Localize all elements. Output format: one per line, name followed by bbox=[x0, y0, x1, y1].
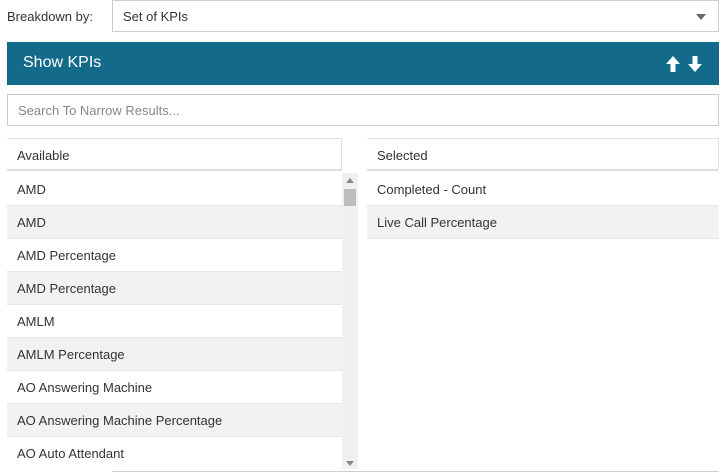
list-item[interactable]: Completed - Count bbox=[367, 173, 719, 206]
list-item[interactable]: Live Call Percentage bbox=[367, 206, 719, 239]
breakdown-selected-value: Set of KPIs bbox=[123, 9, 189, 24]
show-kpis-header: Show KPIs bbox=[7, 42, 719, 85]
breakdown-select[interactable]: Set of KPIs bbox=[112, 0, 719, 32]
list-item-label: AO Answering Machine bbox=[17, 380, 153, 395]
list-item[interactable]: AO Answering Machine bbox=[7, 371, 342, 404]
list-item[interactable]: AMD bbox=[7, 173, 342, 206]
list-item-label: AMD Percentage bbox=[17, 281, 116, 296]
show-kpis-title: Show KPIs bbox=[23, 54, 102, 71]
list-item[interactable]: AMLM Percentage bbox=[7, 338, 342, 371]
available-list: AMD AMD AMD Percentage AMD Percentage AM… bbox=[7, 173, 342, 469]
scroll-up-icon[interactable] bbox=[346, 178, 354, 183]
arrow-down-icon[interactable] bbox=[687, 55, 703, 73]
available-header-label: Available bbox=[17, 148, 70, 163]
list-item[interactable]: AMD Percentage bbox=[7, 239, 342, 272]
list-item-label: AO Answering Machine Percentage bbox=[17, 413, 223, 428]
list-item-label: AMLM Percentage bbox=[17, 347, 125, 362]
column-divider bbox=[341, 138, 342, 171]
list-item[interactable]: AMLM bbox=[7, 305, 342, 338]
list-item-label: AMD Percentage bbox=[17, 248, 116, 263]
list-item-label: Live Call Percentage bbox=[377, 215, 497, 230]
list-item-label: AMLM bbox=[17, 314, 55, 329]
scroll-down-icon[interactable] bbox=[346, 461, 354, 466]
selected-header: Selected bbox=[367, 138, 719, 171]
next-field-edge bbox=[112, 471, 719, 476]
list-item[interactable]: AMD Percentage bbox=[7, 272, 342, 305]
selected-list: Completed - Count Live Call Percentage bbox=[367, 173, 719, 243]
column-divider bbox=[718, 138, 719, 171]
list-item-label: AMD bbox=[17, 182, 46, 197]
available-header: Available bbox=[7, 138, 342, 171]
list-item-label: AO Auto Attendant bbox=[17, 446, 124, 461]
chevron-down-icon bbox=[696, 14, 706, 20]
list-item-label: AMD bbox=[17, 215, 46, 230]
scrollbar-thumb[interactable] bbox=[344, 189, 356, 206]
list-item-label: Completed - Count bbox=[377, 182, 487, 197]
list-item[interactable]: AO Answering Machine Percentage bbox=[7, 404, 342, 437]
selected-header-label: Selected bbox=[377, 148, 428, 163]
list-item[interactable]: AMD bbox=[7, 206, 342, 239]
list-item[interactable]: AO Auto Attendant bbox=[7, 437, 342, 469]
breakdown-label: Breakdown by: bbox=[7, 9, 93, 24]
search-input[interactable] bbox=[7, 94, 719, 126]
available-scrollbar[interactable] bbox=[342, 173, 358, 469]
arrow-up-icon[interactable] bbox=[665, 55, 681, 73]
